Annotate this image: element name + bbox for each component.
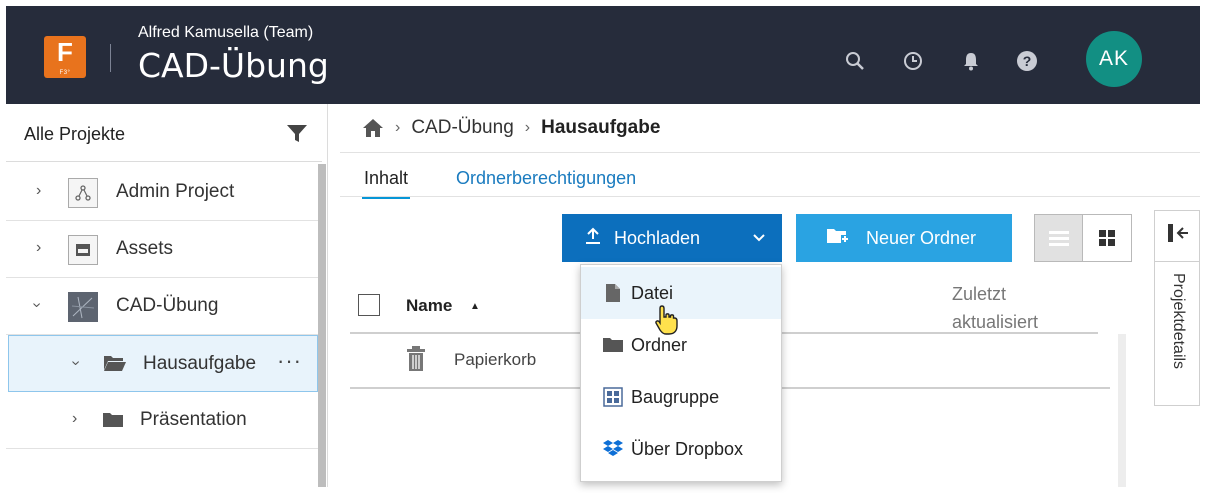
logo-sub: F3° [59,70,71,76]
svg-text:?: ? [1023,53,1032,69]
sidebar-scrollbar[interactable] [318,164,326,487]
search-icon[interactable] [844,50,866,72]
upload-button[interactable]: Hochladen [562,214,782,262]
grid-view-icon[interactable] [1083,215,1131,261]
view-toggle [1034,214,1132,262]
column-header-updated-line1: Zuletzt [952,284,1007,304]
column-header-updated[interactable]: Zuletzt aktualisiert [952,280,1038,336]
app-logo[interactable]: F F3° [44,36,86,78]
sidebar-item-label: CAD-Übung [116,295,219,316]
home-icon[interactable] [362,118,384,138]
folder-icon [102,412,124,433]
sidebar-item-admin-project[interactable]: › Admin Project [6,164,318,221]
sidebar-item-hausaufgabe[interactable]: › Hausaufgabe ··· [8,335,318,392]
menu-item-datei[interactable]: Datei [581,267,781,319]
table-row[interactable]: Papierkorb [454,350,536,370]
upload-label: Hochladen [614,227,701,248]
sidebar-header: Alle Projekte [6,104,322,162]
chevron-down-icon[interactable]: › [67,360,85,365]
project-details-panel[interactable]: Projektdetails [1154,210,1200,406]
new-folder-button[interactable]: Neuer Ordner [796,214,1012,262]
project-sidebar: Alle Projekte › Admin Project › Assets ›… [6,104,328,487]
upload-icon [584,227,602,250]
chevron-down-icon[interactable] [752,229,766,250]
help-icon[interactable]: ? [1016,50,1038,72]
breadcrumb-separator-icon: › [395,119,401,136]
menu-item-baugruppe[interactable]: Baugruppe [581,371,781,423]
chevron-down-icon[interactable]: › [28,302,46,307]
sidebar-item-praesentation[interactable]: › Präsentation [6,392,318,449]
sort-ascending-icon[interactable]: ▲ [470,301,480,312]
menu-item-ueber-dropbox[interactable]: Über Dropbox [581,423,781,475]
logo-letter: F [57,37,73,67]
upload-dropdown-menu: Datei Ordner Baugruppe Über Dropbox [580,264,782,482]
folder-icon [601,337,625,353]
table-scrollbar[interactable] [1118,334,1126,487]
breadcrumb: › CAD-Übung › Hausaufgabe [362,116,660,140]
tab-ordnerberechtigungen[interactable]: Ordnerberechtigungen [456,168,636,189]
sidebar-item-label: Hausaufgabe [143,353,257,374]
hand-cursor-icon [654,304,680,341]
bell-icon[interactable] [960,50,982,72]
app-header: F F3° Alfred Kamusella (Team) CAD-Übung … [6,6,1200,104]
chevron-right-icon[interactable]: › [72,410,77,428]
breadcrumb-divider [340,152,1200,153]
team-name[interactable]: Alfred Kamusella (Team) [138,24,313,42]
new-folder-label: Neuer Ordner [866,227,977,248]
project-cad-icon [68,292,98,322]
menu-item-ordner[interactable]: Ordner [581,319,781,371]
filter-icon[interactable] [286,124,308,149]
project-details-label[interactable]: Projektdetails [1169,273,1187,369]
folder-open-icon [103,354,127,377]
breadcrumb-separator-icon: › [524,119,531,136]
chevron-right-icon[interactable]: › [36,182,41,200]
user-avatar[interactable]: AK [1086,31,1142,87]
breadcrumb-item-current: Hausaufgabe [541,117,661,138]
menu-item-label: Baugruppe [631,386,720,407]
project-admin-icon [68,178,98,208]
sidebar-item-cad-uebung[interactable]: › CAD-Übung [6,278,318,335]
sidebar-title[interactable]: Alle Projekte [24,124,125,145]
tabs-divider [340,196,1200,197]
list-view-icon[interactable] [1035,215,1083,261]
file-icon [601,283,625,303]
collapse-panel-icon[interactable] [1167,223,1189,248]
trash-icon [406,346,426,377]
more-options-icon[interactable]: ··· [277,348,302,374]
chevron-right-icon[interactable]: › [36,239,41,257]
history-icon[interactable] [902,50,924,72]
panel-divider [1155,261,1199,262]
sidebar-item-label: Präsentation [140,409,247,430]
sidebar-item-label: Admin Project [116,181,235,202]
sidebar-item-label: Assets [116,238,174,259]
menu-item-label: Über Dropbox [631,438,744,459]
menu-item-label: Datei [631,282,674,303]
app-title: CAD-Übung [138,46,329,85]
new-folder-icon [826,227,850,250]
header-divider [110,44,111,72]
assembly-icon [601,387,625,407]
column-header-name[interactable]: Name [406,296,452,316]
tab-inhalt[interactable]: Inhalt [361,168,411,199]
breadcrumb-item-cad-uebung[interactable]: CAD-Übung [411,117,513,139]
select-all-checkbox[interactable] [358,294,380,316]
dropbox-icon [601,439,625,459]
sidebar-item-assets[interactable]: › Assets [6,221,318,278]
project-assets-icon [68,235,98,265]
